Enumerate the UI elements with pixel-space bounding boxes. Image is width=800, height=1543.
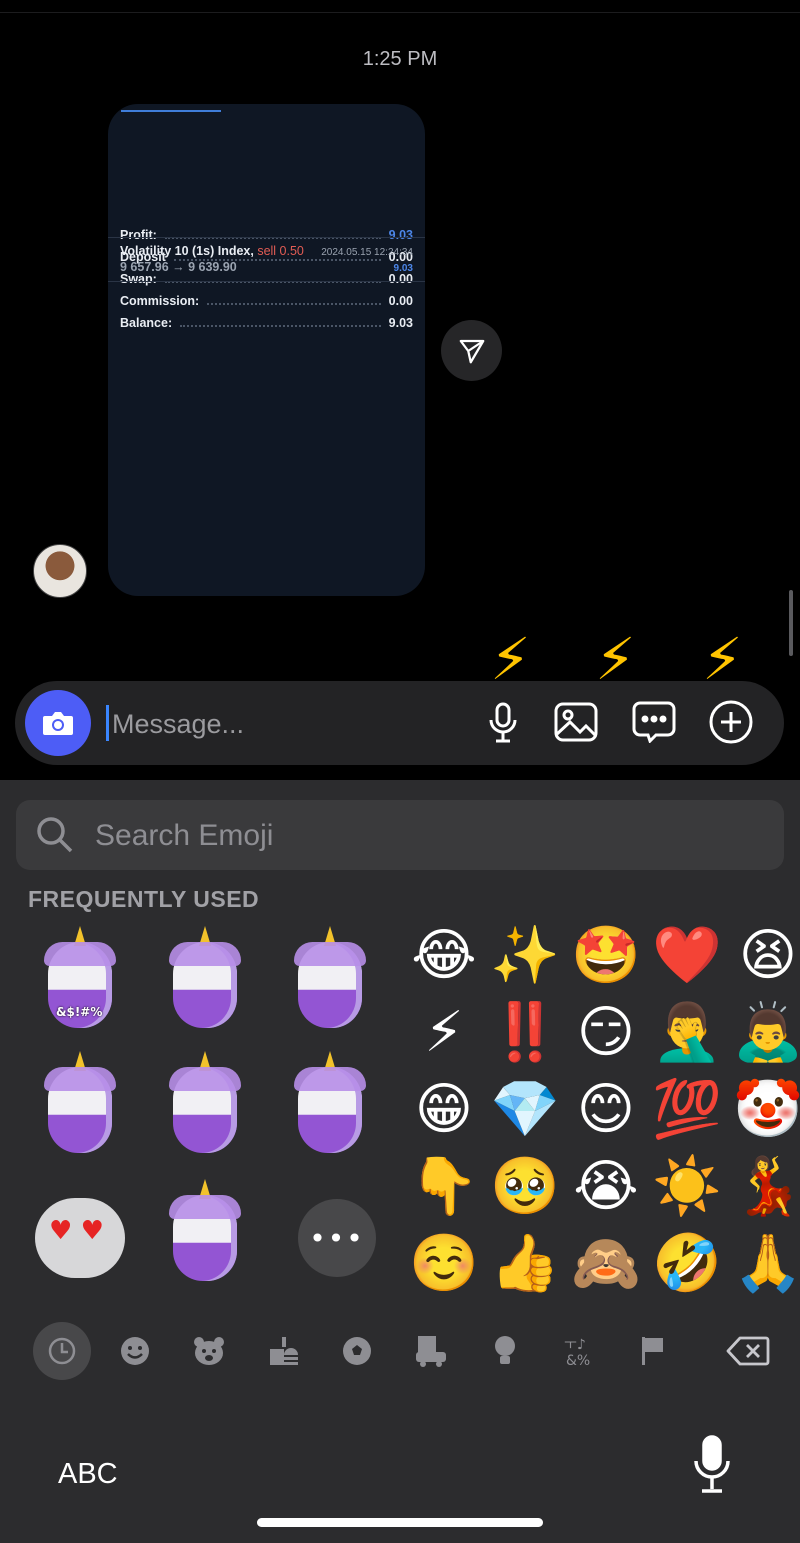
category-symbols[interactable]: ㅜ♪ &% — [550, 1322, 608, 1380]
emoji-cell[interactable]: 👍 — [487, 1226, 563, 1302]
emoji-cell[interactable]: ❤️ — [649, 918, 725, 994]
gallery-button[interactable] — [553, 699, 599, 745]
share-button[interactable] — [441, 320, 502, 381]
emoji-cell[interactable]: 🤡 — [730, 1072, 800, 1148]
add-button[interactable] — [708, 699, 754, 745]
emoji-cell[interactable]: 💃 — [730, 1149, 800, 1225]
chat-bubble-icon — [632, 701, 676, 743]
top-divider — [0, 12, 800, 13]
camera-icon — [43, 712, 73, 735]
unicorn-laughing-sticker[interactable] — [155, 1179, 255, 1288]
abc-keyboard-button[interactable]: ABC — [58, 1458, 118, 1491]
trade-datetime: 2024.05.15 12:24:34 — [321, 247, 413, 258]
category-activity[interactable] — [328, 1322, 386, 1380]
message-timestamp: 1:25 PM — [362, 48, 438, 70]
plus-circle-icon — [709, 700, 753, 744]
emoji-cell[interactable]: 🥹 — [487, 1149, 563, 1225]
text-cursor — [106, 705, 109, 741]
commission-row: Commission: 0.00 — [120, 291, 413, 311]
backspace-icon — [726, 1336, 770, 1366]
bolt-emoji: ⚡ — [702, 628, 743, 682]
emoji-cell[interactable]: 💯 — [649, 1072, 725, 1148]
emoji-cell[interactable]: 🙇‍♂️ — [730, 995, 800, 1071]
trade-symbol: Volatility 10 (1s) Index, — [120, 244, 254, 258]
car-building-icon — [416, 1336, 446, 1367]
svg-text:ㅜ♪: ㅜ♪ — [564, 1337, 586, 1353]
category-travel[interactable] — [402, 1322, 460, 1380]
bolt-emoji: ⚡ — [595, 628, 636, 682]
symbols-icon: ㅜ♪&% — [564, 1337, 590, 1368]
emoji-cell[interactable]: ☺️ — [406, 1226, 482, 1302]
category-objects[interactable] — [476, 1322, 534, 1380]
row-value: 0.00 — [388, 294, 413, 308]
emoji-cell[interactable]: 😭 — [568, 1149, 644, 1225]
message-input[interactable] — [110, 700, 454, 748]
clock-icon — [48, 1337, 76, 1365]
unicorn-heart-eyes-sticker[interactable] — [30, 1051, 130, 1160]
emoji-cell[interactable]: 😏 — [568, 995, 644, 1071]
trade-profit: 9.03 — [393, 263, 413, 274]
send-icon — [459, 339, 484, 363]
bolt-emoji: ⚡ — [490, 628, 531, 682]
smiley-icon — [121, 1337, 149, 1365]
emoji-cell[interactable]: ☀️ — [649, 1149, 725, 1225]
emoji-cell[interactable]: 😂 — [406, 918, 482, 994]
food-icon — [270, 1337, 298, 1365]
card-progress-indicator — [121, 110, 221, 112]
row-label: Commission: — [120, 294, 200, 308]
emoji-cell[interactable]: ⚡ — [406, 995, 482, 1071]
gallery-icon — [554, 702, 598, 742]
sticker-button[interactable] — [631, 699, 677, 745]
trade-entry: Volatility 10 (1s) Index, sell 0.50 9 65… — [108, 237, 425, 282]
delete-button[interactable] — [718, 1322, 778, 1380]
reaction-bolts: ⚡ ⚡ ⚡ — [480, 628, 800, 682]
category-food[interactable] — [254, 1322, 312, 1380]
search-icon — [37, 817, 73, 853]
unicorn-starstruck-sticker[interactable] — [155, 926, 255, 1035]
trade-side: sell 0.50 — [257, 244, 304, 258]
category-animals[interactable] — [180, 1322, 238, 1380]
emoji-cell[interactable]: 👇 — [406, 1149, 482, 1225]
microphone-button[interactable] — [480, 699, 526, 745]
sticker-overlay-text: &$!#% — [56, 1005, 103, 1019]
unicorn-wink-heart-sticker[interactable] — [280, 926, 380, 1035]
unicorn-swear-sticker[interactable]: &$!#% — [30, 926, 130, 1035]
camera-button[interactable] — [25, 690, 91, 756]
emoji-cell[interactable]: 😊 — [568, 1072, 644, 1148]
emoji-search-input[interactable] — [93, 812, 697, 860]
shared-image-card[interactable]: Profit: 9.03 Deposit 0.00 Swap: 0.00 Com… — [108, 104, 425, 596]
emoji-cell[interactable]: 🙏 — [730, 1226, 800, 1302]
category-recent[interactable] — [33, 1322, 91, 1380]
trade-title: Volatility 10 (1s) Index, sell 0.50 — [120, 244, 304, 258]
emoji-cell[interactable]: 🤦‍♂️ — [649, 995, 725, 1071]
row-value: 9.03 — [388, 316, 413, 330]
emoji-cell[interactable]: 😫 — [730, 918, 800, 994]
emoji-cell[interactable]: 🤣 — [649, 1226, 725, 1302]
unicorn-sleeping-sticker[interactable] — [280, 1051, 380, 1160]
balance-row: Balance: 9.03 — [120, 313, 413, 333]
trade-prices: 9 657.96 → 9 639.90 — [120, 260, 237, 274]
category-flags[interactable] — [624, 1322, 682, 1380]
row-label: Balance: — [120, 316, 173, 330]
more-stickers-button[interactable]: ••• — [298, 1199, 376, 1277]
emoji-cell[interactable]: 🙈 — [568, 1226, 644, 1302]
emoji-cell[interactable]: 😁 — [406, 1072, 482, 1148]
soccer-ball-icon — [343, 1337, 371, 1365]
sender-avatar[interactable] — [33, 544, 87, 598]
mouse-heart-eyes-sticker[interactable] — [30, 1188, 130, 1288]
svg-text:&%: &% — [566, 1353, 590, 1368]
microphone-icon — [489, 702, 517, 743]
dictation-microphone-icon[interactable] — [690, 1435, 734, 1495]
emoji-cell[interactable]: 💎 — [487, 1072, 563, 1148]
bear-icon — [194, 1337, 224, 1365]
category-smileys[interactable] — [106, 1322, 164, 1380]
emoji-cell[interactable]: ‼️ — [487, 995, 563, 1071]
lightbulb-icon — [495, 1336, 515, 1364]
flag-icon — [642, 1337, 663, 1365]
emoji-cell[interactable]: ✨ — [487, 918, 563, 994]
section-title: FREQUENTLY USED — [28, 886, 260, 912]
emoji-cell[interactable]: 🤩 — [568, 918, 644, 994]
home-indicator[interactable] — [257, 1518, 543, 1527]
unicorn-mind-blown-sticker[interactable] — [155, 1051, 255, 1160]
